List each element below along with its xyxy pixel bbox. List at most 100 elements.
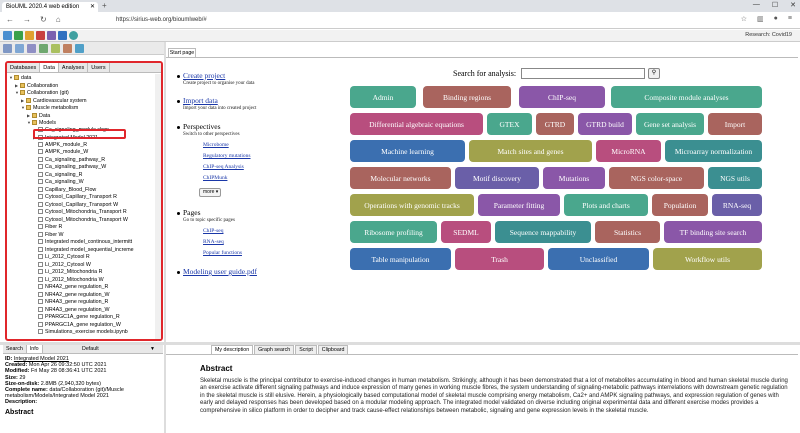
tree-item[interactable]: NR4A3_gene regulation_W: [33, 306, 110, 314]
module-button-tf-binding-site-search[interactable]: TF binding site search: [664, 221, 762, 243]
tab-start-page[interactable]: Start page: [168, 48, 196, 57]
browser-tab[interactable]: BioUML 2020.4 web edition ✕: [2, 2, 98, 12]
modeling-guide-link[interactable]: Modeling user guide.pdf: [183, 267, 257, 276]
search-icon[interactable]: [75, 44, 84, 53]
tree-item[interactable]: Ca_signaling_pathway_R: [33, 156, 105, 164]
page-popular-functions[interactable]: Popular functions: [203, 250, 242, 256]
tree-item[interactable]: Integrated model_continous_intermitt: [33, 239, 132, 246]
perspective-chipmunk[interactable]: ChIPMunk: [203, 175, 251, 181]
tab-search[interactable]: Search: [3, 345, 27, 353]
tree-item[interactable]: PPARGC1A_gene regulation_W: [33, 321, 121, 329]
module-button-sequence-mappability[interactable]: Sequence mappability: [495, 221, 591, 243]
create-project-link[interactable]: Create project: [183, 71, 254, 80]
help-tool-icon[interactable]: [69, 31, 78, 40]
tree-item[interactable]: ▶ Cardiovascular system: [21, 97, 87, 104]
tab-databases[interactable]: Databases: [7, 63, 41, 72]
library-icon[interactable]: ▥: [757, 15, 764, 23]
new-tab-icon[interactable]: +: [102, 1, 107, 10]
module-button-ngs-color-space[interactable]: NGS color-space: [609, 167, 704, 189]
reload-icon[interactable]: ↻: [40, 15, 47, 24]
research-selector[interactable]: Research: Covid19: [745, 32, 792, 38]
perspective-chip-seq-analysis[interactable]: ChIP-seq Analysis: [203, 164, 251, 170]
module-button-sedml[interactable]: SEDML: [441, 221, 491, 243]
search-analysis-input[interactable]: [521, 68, 645, 79]
module-button-chip-seq[interactable]: ChIP-seq: [519, 86, 605, 108]
home-icon[interactable]: ⌂: [56, 15, 61, 24]
tree-item[interactable]: ▼ Muscle metabolism: [21, 104, 78, 111]
page-rna-seq[interactable]: RNA-seq: [203, 239, 242, 245]
new-folder-icon[interactable]: [3, 44, 12, 53]
expand-icon[interactable]: ▼: [21, 104, 25, 111]
tree-item[interactable]: Cytosol_Mitochondria_Transport R: [33, 209, 127, 216]
minimize-icon[interactable]: —: [753, 1, 760, 9]
module-button-composite-module-analyses[interactable]: Composite module analyses: [611, 86, 762, 108]
import-data-link[interactable]: Import data: [183, 96, 256, 105]
tree-item[interactable]: AMPK_module_W: [33, 149, 88, 156]
tree-item[interactable]: Integrated model_sequential_increme: [33, 246, 134, 254]
module-button-differential-algebraic-equations[interactable]: Differential algebraic equations: [350, 113, 483, 135]
module-button-mutations[interactable]: Mutations: [543, 167, 605, 189]
export-icon[interactable]: [51, 44, 60, 53]
home-tool-icon[interactable]: [3, 31, 12, 40]
module-button-import[interactable]: Import: [708, 113, 762, 135]
tab-analyses[interactable]: Analyses: [59, 63, 89, 72]
tab-data[interactable]: Data: [40, 63, 59, 72]
module-button-trash[interactable]: Trash: [455, 248, 544, 270]
account-icon[interactable]: ●: [774, 15, 778, 23]
tree-item[interactable]: ▼ Models: [27, 119, 56, 126]
tree-item[interactable]: Li_2012_Mitochondria R: [33, 269, 102, 276]
url-input[interactable]: https://sirius-web.org/bioumlweb/#: [110, 14, 700, 26]
import-icon[interactable]: [39, 44, 48, 53]
more-button[interactable]: more ▾: [199, 188, 221, 197]
tree-item[interactable]: Li_2012_Cytosol W: [33, 261, 91, 269]
tree-item[interactable]: Cytosol_Capillary_Transport R: [33, 194, 117, 201]
menu-icon[interactable]: ≡: [788, 15, 792, 23]
tree-item[interactable]: Ca_signaling_R: [33, 171, 82, 179]
module-button-table-manipulation[interactable]: Table manipulation: [350, 248, 451, 270]
expand-icon[interactable]: ▼: [27, 119, 31, 126]
tree-scrollbar[interactable]: [155, 74, 161, 339]
tree-item[interactable]: ▼ data: [9, 74, 31, 81]
module-button-gtrd-build[interactable]: GTRD build: [578, 113, 632, 135]
tree-item[interactable]: NR4A2_gene regulation_R: [33, 284, 108, 291]
tree-item[interactable]: Li_2012_Mitochondria W: [33, 276, 104, 284]
upload-icon[interactable]: [15, 44, 24, 53]
tree-item[interactable]: ▶ Data: [27, 112, 50, 119]
expand-icon[interactable]: ▼: [9, 74, 13, 81]
tab-my-description[interactable]: My description: [211, 345, 254, 354]
refresh-tool-icon[interactable]: [14, 31, 23, 40]
stop-tool-icon[interactable]: [36, 31, 45, 40]
forward-icon[interactable]: →: [23, 15, 31, 24]
tree-item[interactable]: Cytosol_Mitochondria_Transport W: [33, 216, 128, 224]
view-mode-select[interactable]: Default: [82, 346, 99, 352]
module-button-gtex[interactable]: GTEX: [487, 113, 532, 135]
module-button-rna-seq[interactable]: RNA-seq: [712, 194, 762, 216]
perspective-microbome[interactable]: Microbome: [203, 142, 251, 148]
tree-item[interactable]: Ca_signaling_W: [33, 179, 84, 186]
module-button-match-sites-and-genes[interactable]: Match sites and genes: [469, 140, 592, 162]
expand-icon[interactable]: ▶: [21, 97, 25, 104]
window-close-icon[interactable]: ✕: [790, 1, 796, 9]
id-value[interactable]: Integrated Model 2021: [14, 356, 69, 362]
module-button-microarray-normalization[interactable]: Microarray normalization: [665, 140, 762, 162]
copy-icon[interactable]: [27, 44, 36, 53]
tree-item[interactable]: NR4A2_gene regulation_W: [33, 291, 110, 299]
binoculars-icon[interactable]: ⚲: [648, 68, 660, 79]
tree-item[interactable]: NR4A3_gene regulation_R: [33, 299, 108, 306]
tree-item[interactable]: Li_2012_Cytosol R: [33, 254, 90, 261]
module-button-ribosome-profiling[interactable]: Ribosome profiling: [350, 221, 437, 243]
perspective-regulatory-mutations[interactable]: Regulatory mutations: [203, 153, 251, 159]
tab-info[interactable]: Info: [26, 345, 43, 353]
module-button-microrna[interactable]: MicroRNA: [596, 140, 661, 162]
module-button-ngs-utils[interactable]: NGS utils: [708, 167, 762, 189]
tree-item[interactable]: ▶ Collaboration: [15, 82, 58, 89]
star-icon[interactable]: ☆: [741, 15, 747, 23]
open-tool-icon[interactable]: [25, 31, 34, 40]
tab-users[interactable]: Users: [88, 63, 110, 72]
module-button-motif-discovery[interactable]: Motif discovery: [455, 167, 539, 189]
module-button-admin[interactable]: Admin: [350, 86, 416, 108]
module-button-machine-learning[interactable]: Machine learning: [350, 140, 465, 162]
module-button-workflow-utils[interactable]: Workflow utils: [653, 248, 762, 270]
tree-item[interactable]: AMPK_module_R: [33, 141, 87, 149]
module-button-binding-regions[interactable]: Binding regions: [423, 86, 511, 108]
